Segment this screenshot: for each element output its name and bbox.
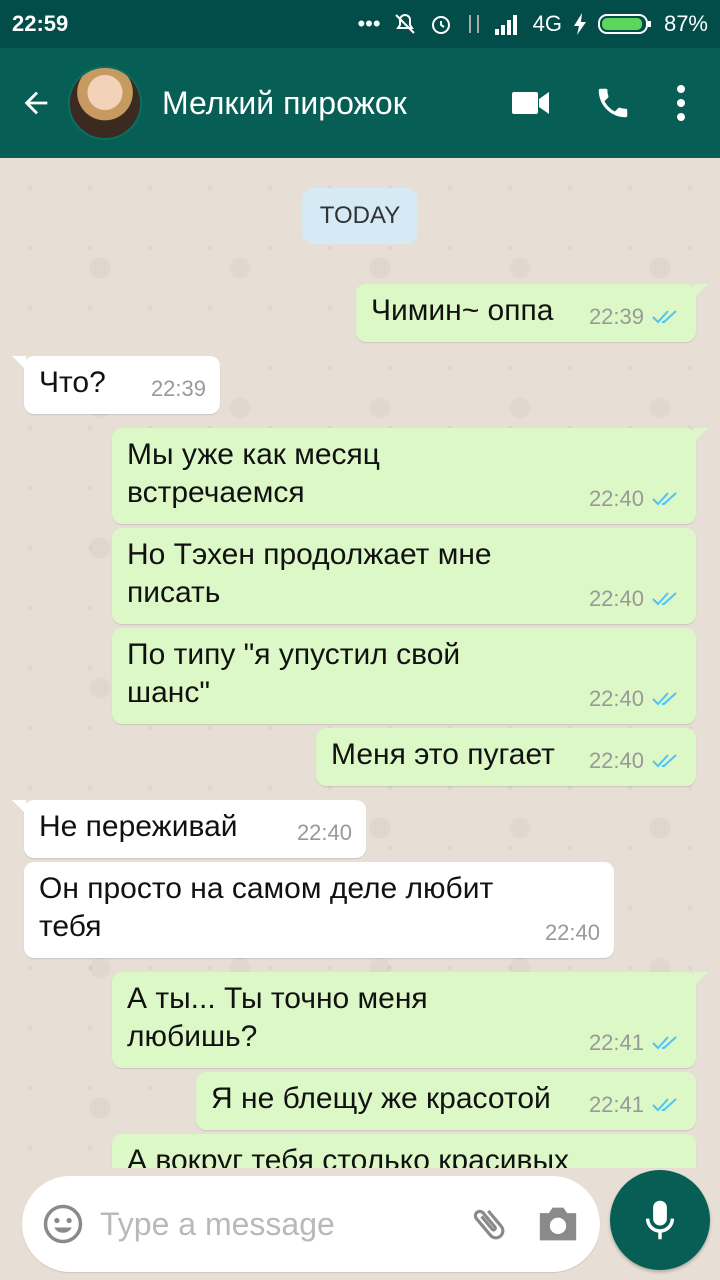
message-time: 22:40 [544,920,600,945]
message-input[interactable] [98,1204,462,1244]
header-actions [512,84,686,122]
read-ticks-icon [652,692,677,706]
emoji-icon[interactable] [42,1203,84,1245]
message-time: 22:40 [588,486,644,511]
chat-header: Мелкий пирожок [0,48,720,158]
message-bubble[interactable]: Но Тэхен продолжает мне писать 22:40 [112,528,696,624]
message-bubble[interactable]: Я не блещу же красотой 22:41 [196,1072,696,1130]
message-text: Он просто на самом деле любит тебя [39,872,494,943]
message-bubble[interactable]: Что? 22:39 [12,356,220,414]
message-list[interactable]: TODAY Чимин~ оппа 22:39 Что? 22:39 Мы уж… [0,158,720,1168]
message-time: 22:39 [150,376,206,401]
mic-icon [645,1200,675,1240]
message-time: 22:40 [296,820,352,845]
date-divider: TODAY [302,188,418,244]
data-transfer-icon [468,15,479,33]
message-bubble[interactable]: Не переживай 22:40 [12,800,366,858]
message-bubble[interactable]: По типу "я упустил свой шанс" 22:40 [112,628,696,724]
message-time: 22:41 [588,1092,644,1117]
video-call-icon[interactable] [512,89,550,117]
message-time: 22:40 [588,748,644,773]
message-bubble[interactable]: А вокруг тебя столько красивых [112,1134,696,1168]
phone-icon[interactable] [594,84,632,122]
read-ticks-icon [652,1036,677,1050]
composer-box [22,1176,600,1272]
back-button[interactable] [4,48,68,158]
message-bubble[interactable]: Мы уже как месяц встречаемся 22:40 [112,428,708,524]
status-bar: 22:59 ••• 4G 87% [0,0,720,48]
composer-actions [468,1203,580,1245]
message-bubble[interactable]: Чимин~ оппа 22:39 [356,284,708,342]
charging-icon [573,13,586,35]
battery-icon [597,14,651,34]
signal-icon [494,15,517,35]
status-icons: ••• 4G 87% [357,11,708,37]
message-time: 22:41 [588,1030,644,1055]
mute-icon [394,13,415,34]
voice-message-button[interactable] [610,1170,710,1270]
composer-bar [0,1168,720,1280]
more-notifications-icon: ••• [357,11,381,36]
contact-name[interactable]: Мелкий пирожок [162,85,407,122]
read-ticks-icon [652,592,677,606]
read-ticks-icon [652,1098,677,1112]
status-time: 22:59 [12,11,69,36]
message-bubble[interactable]: Меня это пугает 22:40 [316,728,696,786]
network-type: 4G [532,11,562,36]
message-text: А вокруг тебя столько красивых [127,1144,570,1168]
more-icon[interactable] [676,84,686,122]
alarm-icon [431,16,450,34]
message-bubble[interactable]: А ты... Ты точно меня любишь? 22:41 [112,972,708,1068]
camera-icon[interactable] [536,1204,580,1244]
read-ticks-icon [652,310,677,324]
read-ticks-icon [652,754,677,768]
message-time: 22:39 [588,304,644,329]
attach-icon[interactable] [468,1203,510,1245]
avatar[interactable] [68,66,142,140]
message-time: 22:40 [588,586,644,611]
read-ticks-icon [652,492,677,506]
message-time: 22:40 [588,686,644,711]
back-arrow-icon [24,91,48,115]
battery-percent: 87% [663,11,708,36]
message-bubble[interactable]: Он просто на самом деле любит тебя 22:40 [24,862,614,958]
